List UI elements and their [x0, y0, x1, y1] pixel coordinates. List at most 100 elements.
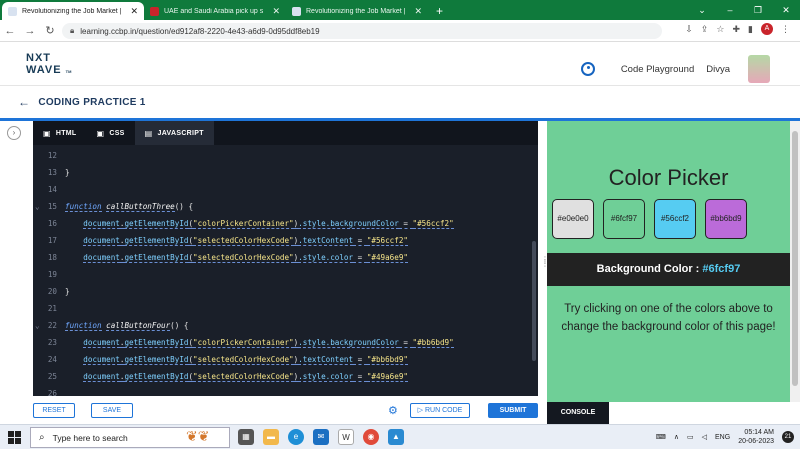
extensions-icon[interactable]: ✚: [733, 24, 741, 35]
line-number: 21: [47, 304, 57, 313]
code-playground-link[interactable]: Code Playground: [621, 64, 694, 75]
string-literal: "colorPickerContainer": [193, 219, 294, 229]
code-line: 26: [33, 389, 538, 396]
new-tab-button[interactable]: +: [436, 2, 443, 20]
search-placeholder: Type here to search: [52, 432, 128, 443]
string-literal: "#49a6e9": [366, 253, 408, 263]
code-token: getElementById: [124, 372, 189, 382]
close-tab-icon[interactable]: ✕: [272, 6, 280, 17]
forward-icon[interactable]: →: [20, 25, 40, 37]
line-number: 24: [47, 355, 57, 364]
tab-favicon-icon: [150, 6, 159, 16]
code-token: .textContent: [298, 236, 354, 246]
close-tab-icon[interactable]: ✕: [130, 6, 138, 17]
code-line: 17 document.getElementById("selectedColo…: [33, 236, 538, 248]
line-number: 17: [47, 236, 57, 245]
back-icon[interactable]: ←: [0, 25, 20, 37]
file-explorer-icon[interactable]: ▬: [263, 429, 279, 445]
install-icon[interactable]: ⇩: [685, 24, 693, 35]
practice-title: CODING PRACTICE 1: [38, 96, 146, 108]
user-name[interactable]: Divya: [706, 64, 730, 75]
string-literal: "#56ccf2": [412, 219, 454, 229]
close-tab-icon[interactable]: ✕: [414, 6, 422, 17]
clock[interactable]: 05:14 AM 20-06-2023: [738, 428, 774, 446]
chrome-icon[interactable]: ◉: [363, 429, 379, 445]
code-punct: =: [353, 236, 367, 246]
browser-tab[interactable]: Revolutionizing the Job Market | ✕: [286, 2, 428, 20]
tab-css[interactable]: ▣ CSS: [87, 121, 135, 145]
edge-icon[interactable]: e: [288, 429, 304, 445]
tab-html[interactable]: ▣ HTML: [33, 121, 87, 145]
function-name: callButtonThree: [106, 202, 175, 212]
tray-chevron-icon[interactable]: ∧: [674, 433, 679, 441]
url-bar[interactable]: 🔒︎ learning.ccbp.in/question/ed912af8-22…: [62, 23, 662, 39]
task-view-icon[interactable]: ▦: [238, 429, 254, 445]
nxtwave-logo[interactable]: NXT WAVE TM: [26, 52, 71, 78]
code-token: document: [83, 355, 120, 365]
code-line: 16 document.getElementById("colorPickerC…: [33, 219, 538, 231]
code-line: 25 document.getElementById("selectedColo…: [33, 372, 538, 384]
windows-start-icon[interactable]: [8, 431, 21, 444]
reset-button[interactable]: RESET: [33, 403, 75, 418]
language-indicator[interactable]: ENG: [715, 434, 730, 441]
window-controls: ⌄ – ❐ ✕: [688, 0, 800, 20]
clock-time: 05:14 AM: [744, 429, 774, 436]
code-line: 19: [33, 270, 538, 282]
code-line: 23 document.getElementById("colorPickerC…: [33, 338, 538, 350]
code-token: getElementById: [124, 219, 189, 229]
lock-icon[interactable]: 🔒︎: [70, 26, 74, 36]
expand-chevron-icon[interactable]: ›: [7, 126, 21, 140]
profile-avatar[interactable]: A: [761, 23, 773, 35]
string-literal: "#49a6e9": [366, 372, 408, 382]
line-number: 15: [47, 202, 57, 211]
photos-icon[interactable]: ▲: [388, 429, 404, 445]
color-swatch-button[interactable]: #e0e0e0: [552, 199, 594, 239]
mail-icon[interactable]: ✉: [313, 429, 329, 445]
js-file-icon: ▤: [144, 128, 153, 138]
editor-scrollbar[interactable]: [532, 241, 536, 361]
line-number: 16: [47, 219, 57, 228]
string-literal: "selectedColorHexCode": [193, 236, 294, 246]
code-text: document.getElementById("selectedColorHe…: [65, 355, 408, 365]
sidepanel-icon[interactable]: ▮: [748, 24, 753, 35]
keyboard-icon[interactable]: ⌨: [656, 433, 666, 441]
submit-button[interactable]: SUBMIT: [488, 403, 538, 418]
preview-scroll-thumb[interactable]: [792, 131, 798, 386]
browser-tab[interactable]: Revolutionizing the Job Market | ✕: [2, 2, 144, 20]
notification-badge[interactable]: 21: [782, 431, 794, 443]
color-swatch-button[interactable]: #56ccf2: [654, 199, 696, 239]
header-right: Code Playground Divya: [580, 55, 770, 83]
color-swatch-button[interactable]: #bb6bd9: [705, 199, 747, 239]
timer-icon[interactable]: [580, 62, 595, 76]
browser-tab[interactable]: UAE and Saudi Arabia pick up s ✕: [144, 2, 286, 20]
volume-icon[interactable]: ◁: [702, 433, 707, 441]
line-number: 26: [47, 389, 57, 396]
gear-icon[interactable]: ⚙: [388, 404, 398, 417]
color-swatch-button[interactable]: #6fcf97: [603, 199, 645, 239]
save-button[interactable]: SAVE: [91, 403, 133, 418]
tab-javascript[interactable]: ▤ JAVASCRIPT: [134, 121, 214, 145]
preview-scrollbar[interactable]: [790, 121, 800, 402]
reload-icon[interactable]: ↻: [40, 24, 60, 37]
code-punct: =: [353, 372, 367, 382]
tab-search-icon[interactable]: ⌄: [688, 0, 716, 20]
logo-line-1: NXT: [26, 52, 51, 64]
network-icon[interactable]: ▭: [687, 433, 694, 441]
menu-dots-icon[interactable]: ⋮: [781, 24, 790, 35]
bookmark-star-icon[interactable]: ☆: [716, 24, 724, 35]
code-area[interactable]: 12 13} 14 ⌄ 15 function callButtonThree() {16…: [33, 145, 538, 396]
restore-icon[interactable]: ❐: [744, 0, 772, 20]
share-icon[interactable]: ⇪: [701, 24, 709, 35]
wikipedia-icon[interactable]: W: [338, 429, 354, 445]
back-arrow-icon[interactable]: ←: [18, 95, 30, 109]
keyword: function: [65, 321, 102, 331]
run-code-button[interactable]: ▷ RUN CODE: [410, 403, 470, 418]
minimize-icon[interactable]: –: [716, 0, 744, 20]
user-avatar[interactable]: [748, 55, 770, 83]
console-tab[interactable]: CONSOLE: [547, 402, 609, 424]
code-line: ⌄ 22 function callButtonFour() {: [33, 321, 538, 333]
close-window-icon[interactable]: ✕: [772, 0, 800, 20]
browser-tab-title: Revolutionizing the Job Market |: [22, 7, 122, 15]
